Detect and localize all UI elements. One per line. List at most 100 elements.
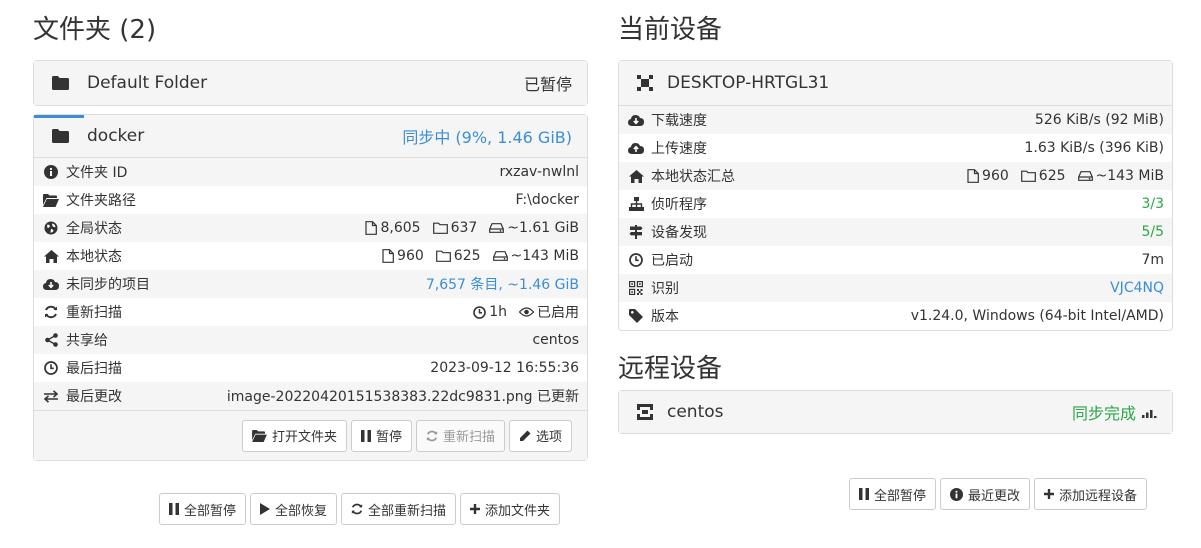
detail-value: 8,605 637 ~1.61 GiB [357, 220, 579, 236]
detail-label: 最后更改 [66, 389, 122, 405]
detail-row-folder-path: 文件夹路径 F:\docker [34, 186, 587, 214]
detail-label: 已启动 [651, 253, 693, 269]
sitemap-icon [627, 195, 645, 213]
resume-all-button[interactable]: 全部恢复 [250, 493, 338, 525]
dir-count-value: 625 [1038, 168, 1066, 184]
listeners-link[interactable]: 3/3 [1141, 196, 1164, 212]
remote-device-status: 同步完成 [1071, 404, 1136, 423]
device-identicon-icon [636, 403, 654, 421]
exchange-icon [42, 387, 60, 405]
pause-all-folders-button[interactable]: 全部暂停 [159, 493, 247, 525]
folder-heading[interactable]: Default Folder 已暂停 [34, 61, 587, 105]
rescan-interval-value: 1h [489, 304, 507, 320]
file-count: 8,605 [365, 220, 421, 236]
detail-value: v1.24.0, Windows (64-bit Intel/AMD) [910, 308, 1164, 324]
detail-row-uptime: 已启动 7m [619, 246, 1172, 274]
device-heading[interactable]: DESKTOP-HRTGL31 [619, 61, 1172, 105]
dir-count: 625 [1020, 168, 1066, 184]
detail-label: 下载速度 [651, 113, 707, 129]
pause-label: 暂停 [375, 430, 402, 445]
resume-all-label: 全部恢复 [275, 503, 328, 519]
remote-device-heading[interactable]: centos 同步完成 [619, 391, 1172, 433]
pause-button[interactable]: 暂停 [350, 419, 412, 452]
device-name: DESKTOP-HRTGL31 [667, 73, 830, 93]
info-icon [42, 163, 60, 181]
file-icon [382, 249, 394, 263]
pause-all-devices-button[interactable]: 全部暂停 [849, 478, 937, 510]
detail-row-last-change: 最后更改 image-20220420151538383.22dc9831.pn… [34, 382, 587, 410]
folder-panel-default[interactable]: Default Folder 已暂停 [33, 60, 588, 106]
detail-label: 共享给 [66, 333, 108, 349]
recent-changes-label: 最近更改 [968, 488, 1021, 504]
folder-icon [51, 74, 69, 92]
recent-changes-button[interactable]: 最近更改 [940, 478, 1031, 510]
detail-label: 文件夹 ID [66, 165, 128, 181]
detail-row-local-summary: 本地状态汇总 960 625 ~143 MiB [619, 162, 1172, 190]
pause-icon [169, 503, 179, 515]
folder-outline-icon [1020, 170, 1036, 182]
detail-value: 960 625 ~143 MiB [959, 168, 1164, 184]
tag-icon [627, 307, 645, 325]
device-details-table: 下载速度 526 KiB/s (92 MiB) 上传速度 1.63 KiB/s … [619, 105, 1172, 330]
globe-icon [42, 219, 60, 237]
add-remote-device-button[interactable]: 添加远程设备 [1034, 478, 1148, 510]
pause-icon [859, 488, 869, 500]
size-value: ~1.61 GiB [507, 220, 579, 236]
remote-device-name: centos [667, 402, 724, 422]
file-count-value: 8,605 [380, 220, 421, 236]
detail-row-discovery: 设备发现 5/5 [619, 218, 1172, 246]
pencil-icon [519, 430, 531, 441]
eye-icon [519, 307, 534, 317]
folders-bottom-actions: 全部暂停 全部恢复 全部重新扫描 添加文件夹 [159, 493, 561, 525]
pause-icon [360, 429, 371, 442]
add-folder-button[interactable]: 添加文件夹 [460, 493, 561, 525]
folder-heading[interactable]: docker 同步中 (9%, 1.46 GiB) [34, 115, 587, 157]
refresh-icon [351, 503, 363, 515]
cloud-upload-icon [627, 139, 645, 157]
detail-row-upload-rate: 上传速度 1.63 KiB/s (396 KiB) [619, 134, 1172, 162]
options-label: 选项 [535, 430, 562, 445]
size-value: ~143 MiB [510, 248, 579, 264]
refresh-icon [426, 430, 438, 441]
sync-progress-bar [34, 115, 84, 118]
detail-row-folder-id: 文件夹 ID rxzav-nwlnl [34, 158, 587, 186]
this-device-panel[interactable]: DESKTOP-HRTGL31 下载速度 526 KiB/s (92 MiB) … [618, 60, 1173, 331]
file-count: 960 [967, 168, 1009, 184]
detail-row-rescan: 重新扫描 1h 已启用 [34, 298, 587, 326]
rescan-interval: 1h [473, 304, 507, 320]
detail-label: 侦听程序 [651, 197, 707, 213]
open-folder-button[interactable]: 打开文件夹 [241, 419, 347, 452]
size: ~1.61 GiB [489, 220, 579, 236]
open-folder-label: 打开文件夹 [271, 430, 337, 445]
detail-row-local-state: 本地状态 960 625 ~143 MiB [34, 242, 587, 270]
folder-status: 同步中 (9%, 1.46 GiB) [402, 128, 572, 147]
cloud-download-icon [627, 111, 645, 129]
folder-outline-icon [435, 250, 451, 262]
detail-label: 设备发现 [651, 225, 707, 241]
folder-panel-docker[interactable]: docker 同步中 (9%, 1.46 GiB) 文件夹 ID rxzav-n… [33, 114, 588, 461]
file-icon [365, 221, 378, 235]
remote-device-panel-centos[interactable]: centos 同步完成 [618, 390, 1173, 434]
folder-actions: 打开文件夹 暂停 重新扫描 选项 [34, 410, 587, 460]
detail-row-shared-with: 共享给 centos [34, 326, 587, 354]
discovery-link[interactable]: 5/5 [1141, 224, 1164, 240]
hdd-icon [489, 223, 505, 233]
clock-icon [627, 251, 645, 269]
home-icon [42, 247, 60, 265]
rescan-all-button[interactable]: 全部重新扫描 [341, 493, 457, 525]
size: ~143 MiB [1077, 168, 1164, 184]
out-of-sync-link[interactable]: 7,657 条目, ~1.46 GiB [426, 274, 579, 294]
options-button[interactable]: 选项 [508, 419, 572, 452]
folder-open-icon [42, 191, 60, 209]
rescan-all-label: 全部重新扫描 [368, 503, 447, 519]
folder-name: Default Folder [87, 73, 208, 93]
home-icon [627, 167, 645, 185]
rescan-button[interactable]: 重新扫描 [415, 419, 505, 452]
detail-row-identification: 识别 VJC4NQ [619, 274, 1172, 302]
folder-details-table: 文件夹 ID rxzav-nwlnl 文件夹路径 F:\docker 全局状态 [34, 157, 587, 410]
detail-row-listeners: 侦听程序 3/3 [619, 190, 1172, 218]
device-id-link[interactable]: VJC4NQ [1110, 280, 1164, 296]
share-icon [42, 331, 60, 349]
clock-icon [473, 305, 487, 319]
hdd-icon [492, 251, 508, 261]
